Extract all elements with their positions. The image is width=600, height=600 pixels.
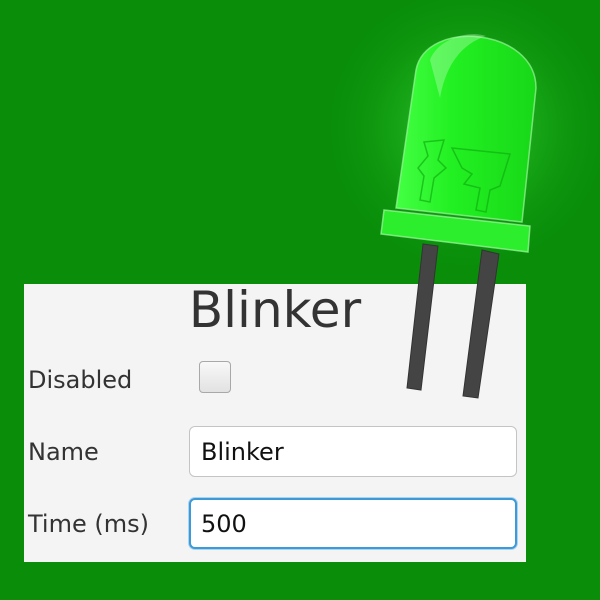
time-label: Time (ms) xyxy=(28,510,149,538)
time-field[interactable] xyxy=(189,498,517,549)
name-field[interactable] xyxy=(189,426,517,477)
name-label: Name xyxy=(28,438,99,466)
panel-title: Blinker xyxy=(188,281,362,339)
disabled-checkbox[interactable] xyxy=(199,361,231,393)
disabled-label: Disabled xyxy=(28,366,133,394)
